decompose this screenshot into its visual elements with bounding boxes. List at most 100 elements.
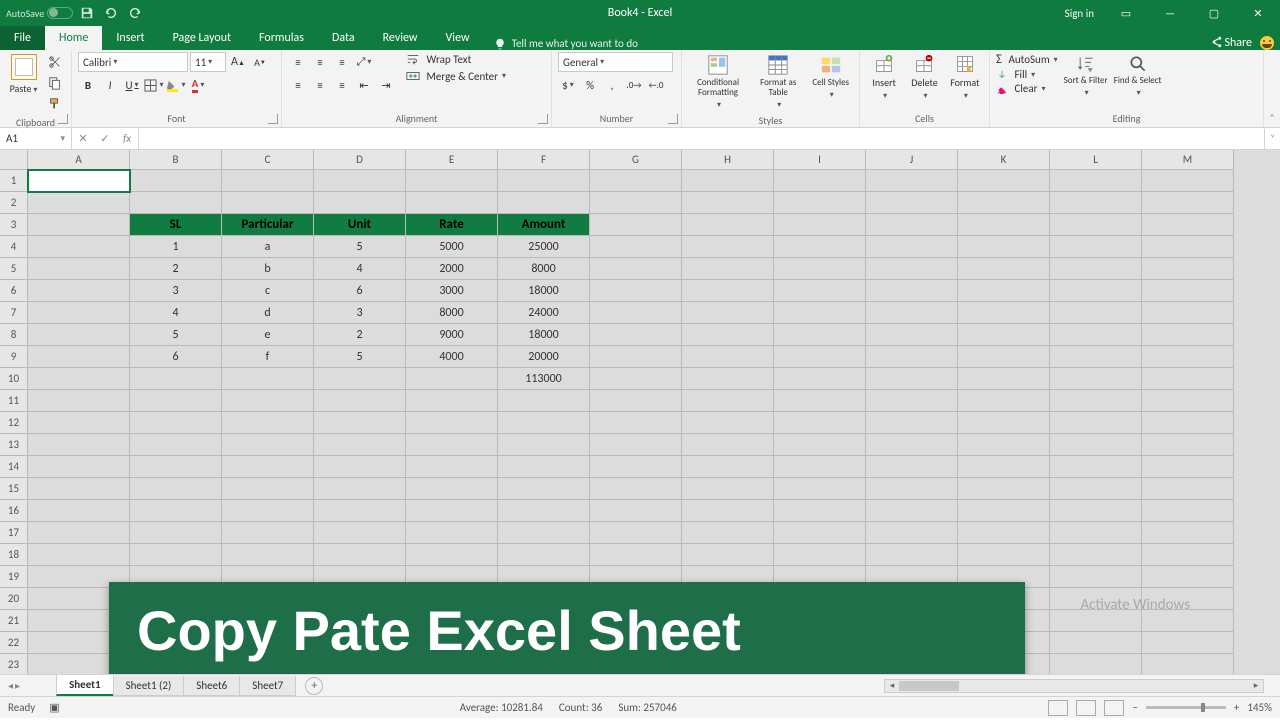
cell[interactable] (28, 236, 130, 258)
cell[interactable] (1050, 544, 1142, 566)
cell[interactable] (958, 346, 1050, 368)
cell[interactable] (314, 192, 406, 214)
cell[interactable] (682, 434, 774, 456)
cell[interactable] (222, 478, 314, 500)
wrap-text-button[interactable]: Wrap Text (406, 52, 506, 66)
cell[interactable] (130, 170, 222, 192)
cell[interactable] (590, 390, 682, 412)
macro-record-icon[interactable]: ▣ (49, 701, 59, 714)
row-header[interactable]: 7 (0, 302, 28, 324)
formula-bar[interactable] (139, 128, 1264, 149)
cell[interactable] (314, 390, 406, 412)
font-dialog-icon[interactable] (268, 114, 278, 124)
border-icon[interactable] (144, 75, 164, 95)
cell[interactable] (406, 544, 498, 566)
cell[interactable] (866, 390, 958, 412)
cell[interactable] (1142, 258, 1234, 280)
cell[interactable] (130, 522, 222, 544)
cell[interactable] (222, 522, 314, 544)
column-header[interactable]: L (1050, 150, 1142, 170)
cell[interactable] (1142, 434, 1234, 456)
cell[interactable] (406, 522, 498, 544)
cell[interactable] (1142, 588, 1234, 610)
cell[interactable]: 18000 (498, 324, 590, 346)
cell[interactable] (222, 544, 314, 566)
cell[interactable] (28, 434, 130, 456)
cell[interactable] (682, 214, 774, 236)
cell[interactable] (866, 236, 958, 258)
tab-page-layout[interactable]: Page Layout (159, 26, 245, 50)
cell[interactable] (130, 434, 222, 456)
cell[interactable] (590, 456, 682, 478)
cell[interactable]: 8000 (406, 302, 498, 324)
row-header[interactable]: 8 (0, 324, 28, 346)
cell[interactable] (130, 544, 222, 566)
cell[interactable] (866, 170, 958, 192)
cell[interactable] (590, 500, 682, 522)
zoom-out-icon[interactable]: − (1132, 701, 1137, 714)
cell[interactable]: 18000 (498, 280, 590, 302)
row-header[interactable]: 13 (0, 434, 28, 456)
cell[interactable]: 5 (130, 324, 222, 346)
conditional-formatting-button[interactable]: Conditional Formatting (688, 52, 748, 112)
align-center-icon[interactable]: ≡ (310, 75, 330, 95)
cell[interactable]: 4 (314, 258, 406, 280)
collapse-ribbon-icon[interactable]: ˄ (1264, 50, 1280, 127)
cell[interactable] (406, 500, 498, 522)
sheet-tab[interactable]: Sheet1 (2) (113, 676, 185, 696)
cell[interactable]: c (222, 280, 314, 302)
cell[interactable] (1050, 412, 1142, 434)
cell[interactable] (222, 192, 314, 214)
cell[interactable] (498, 500, 590, 522)
name-box[interactable]: A1▾ (0, 128, 72, 149)
cell[interactable] (682, 412, 774, 434)
cell[interactable] (1050, 500, 1142, 522)
cell[interactable] (590, 280, 682, 302)
close-icon[interactable]: ✕ (1236, 0, 1280, 26)
align-middle-icon[interactable]: ≡ (310, 52, 330, 72)
cell[interactable] (222, 434, 314, 456)
cell[interactable]: 3 (130, 280, 222, 302)
cell[interactable] (1142, 324, 1234, 346)
bold-button[interactable]: B (78, 75, 98, 95)
cell[interactable] (590, 346, 682, 368)
cell[interactable] (222, 456, 314, 478)
cell[interactable]: Particular (222, 214, 314, 236)
share-button[interactable]: Share (1210, 36, 1252, 50)
cell[interactable]: Amount (498, 214, 590, 236)
tab-formulas[interactable]: Formulas (245, 26, 318, 50)
cell[interactable] (774, 434, 866, 456)
cell[interactable] (130, 478, 222, 500)
cell[interactable] (498, 434, 590, 456)
row-header[interactable]: 19 (0, 566, 28, 588)
cell[interactable] (28, 346, 130, 368)
scroll-tabs-right-icon[interactable]: ▸ (15, 679, 20, 692)
merge-center-button[interactable]: Merge & Center (406, 69, 506, 83)
cell[interactable] (1050, 632, 1142, 654)
italic-button[interactable]: I (100, 75, 120, 95)
cell[interactable] (1050, 456, 1142, 478)
column-header[interactable]: G (590, 150, 682, 170)
cell[interactable] (774, 258, 866, 280)
cell[interactable] (1050, 588, 1142, 610)
column-header[interactable]: I (774, 150, 866, 170)
cell[interactable] (1050, 522, 1142, 544)
cell[interactable] (682, 390, 774, 412)
cell[interactable] (774, 346, 866, 368)
row-header[interactable]: 14 (0, 456, 28, 478)
column-header[interactable]: B (130, 150, 222, 170)
save-icon[interactable] (77, 3, 97, 23)
percent-format-icon[interactable]: % (580, 75, 600, 95)
file-tab[interactable]: File (0, 26, 45, 50)
column-header[interactable]: C (222, 150, 314, 170)
cell[interactable] (406, 192, 498, 214)
row-header[interactable]: 6 (0, 280, 28, 302)
cell[interactable] (866, 346, 958, 368)
tab-view[interactable]: View (432, 26, 484, 50)
expand-formula-bar-icon[interactable]: ˅ (1264, 128, 1280, 149)
cell[interactable] (958, 390, 1050, 412)
cell[interactable]: 24000 (498, 302, 590, 324)
cell[interactable] (774, 302, 866, 324)
scroll-tabs-left-icon[interactable]: ◂ (8, 679, 13, 692)
cell[interactable] (406, 412, 498, 434)
